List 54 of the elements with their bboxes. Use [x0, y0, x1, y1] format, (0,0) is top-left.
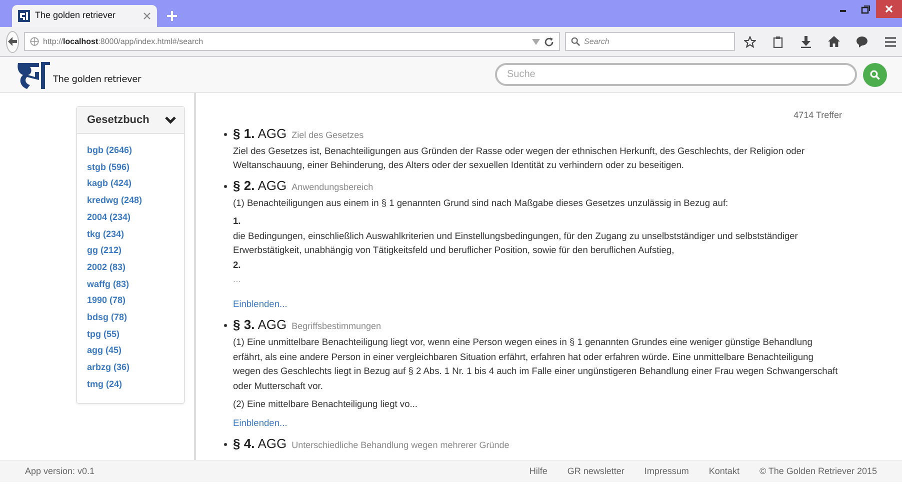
filter-link[interactable]: stgb (596) — [87, 158, 130, 176]
item-number: 1. — [233, 215, 242, 228]
filter-link[interactable]: kredwg (248) — [87, 192, 142, 209]
paragraph-text: (1) Benachteiligungen aus einem in § 1 genannten Grund sind nach Maßgabe dieses Gesetzes unzulässig in Bezug auf: — [233, 196, 730, 210]
filter-link[interactable]: 1990 (78) — [87, 292, 126, 310]
tab-title: The golden retriever — [35, 9, 116, 22]
section-number[interactable]: § 2. — [233, 176, 255, 194]
footer-link[interactable]: Hilfe — [529, 464, 548, 478]
filter-link[interactable]: bdsg (78) — [87, 309, 128, 326]
filter-link[interactable]: tmg (24) — [87, 376, 122, 393]
filter-link[interactable]: tkg (234) — [87, 226, 124, 242]
paragraph-text: Ziel des Gesetzes ist, Benachteiligungen aus Gründen der Rasse oder wegen der ethnischen Herkunft, des Geschlechts, der Religion oder Weltanschauung, einer Behinderung, des Alters oder der sexuellen Identität zu verhindern oder zu beseitigen. — [233, 144, 806, 172]
footer-link[interactable]: Kontakt — [708, 464, 740, 478]
law-name[interactable]: AGG — [258, 176, 287, 194]
filter-link[interactable]: gg (212) — [87, 242, 122, 259]
filter-link[interactable]: waffg (83) — [87, 276, 130, 292]
law-name[interactable]: AGG — [258, 124, 287, 142]
section-number[interactable]: § 3. — [233, 316, 255, 334]
ellipsis-text: ... — [233, 273, 242, 286]
query-field[interactable]: Suche — [495, 63, 857, 86]
filter-link[interactable]: bgb (2646) — [87, 142, 132, 159]
section-title: Begriffsbestimmungen — [292, 320, 381, 333]
filter-link[interactable]: 2004 (234) — [87, 208, 131, 226]
law-name[interactable]: AGG — [258, 316, 287, 334]
filter-link[interactable]: arbzg (36) — [87, 359, 130, 376]
item-text: die Bedingungen, einschließlich Auswahlkriterien und Einstellungsbedingungen, für den Zugang zu unselbstständiger und selbstständiger Erwerbstätigkeit, unabhängig von Tätigkeitsfeld und beruflicher Position, sowie für den beruflichen Aufstieg, — [233, 230, 799, 257]
section-number[interactable]: § 1. — [233, 124, 255, 142]
hit-count: 4714 Treffer — [792, 109, 842, 122]
section-number[interactable]: § 4. — [233, 435, 255, 453]
filter-link[interactable]: 2002 (83) — [87, 258, 126, 276]
filter-link[interactable]: tpg (55) — [87, 326, 120, 342]
filter-link[interactable]: agg (45) — [87, 342, 122, 360]
brand-name: The golden retriever — [53, 74, 142, 86]
item-number: 2. — [233, 258, 242, 272]
browser-tab[interactable]: The golden retriever — [12, 5, 157, 27]
footer-link[interactable]: GR newsletter — [567, 464, 624, 478]
paragraph-text: (2) Eine mittelbare Benachteiligung liegt vo... — [233, 398, 418, 411]
paragraph-text: (1) Eine unmittelbare Benachteiligung liegt vor, wenn eine Person wegen eines in § 1 genannten Grundes eine weniger günstige Behandlung erfährt, als eine andere Person in einer vergleichbaren Situation erfährt, erfahren hat oder erfahren würde. Eine unmittelbare Benachteiligung wegen des Geschlechts liegt in Bezug auf § 2 Abs. 1 Nr. 1 bis 4 auch im Falle einer ungünstigeren Behandlung einer Frau wegen Schwangerschaft oder Mutterschaft vor. — [233, 336, 839, 392]
law-name[interactable]: AGG — [258, 435, 287, 453]
show-more-link[interactable]: Einblenden... — [233, 416, 288, 430]
search-placeholder: Search — [584, 36, 610, 48]
address-bar[interactable]: http://localhost:8000/app/index.html#/search — [24, 32, 560, 51]
section-title: Unterschiedliche Behandlung wegen mehrerer Gründe — [292, 439, 510, 452]
copyright-text: © The Golden Retriever 2015 — [759, 464, 877, 478]
panel-title: Gesetzbuch — [87, 112, 150, 128]
show-more-link[interactable]: Einblenden... — [233, 296, 288, 311]
section-title: Anwendungsbereich — [292, 180, 374, 194]
panel-header[interactable]: Gesetzbuch — [77, 107, 184, 134]
browser-search-field[interactable]: Search — [565, 32, 735, 51]
footer-link[interactable]: Impressum — [644, 464, 689, 478]
section-title: Ziel des Gesetzes — [292, 128, 364, 142]
url-text: http://localhost:8000/app/index.html#/search — [43, 36, 204, 48]
app-version: App version: v0.1 — [25, 464, 95, 478]
filter-link[interactable]: kagb (424) — [87, 175, 132, 192]
